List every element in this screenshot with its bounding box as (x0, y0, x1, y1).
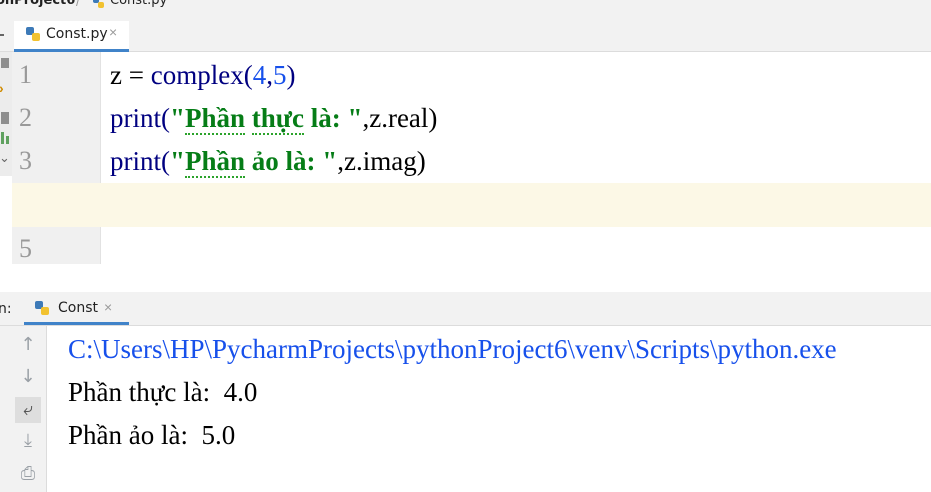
line-number: 2 (19, 103, 32, 132)
tab-bar-edge (0, 34, 4, 36)
code-token: thực (251, 103, 304, 135)
line-number-gutter: 1 2 3 4 5 (12, 52, 101, 264)
console-line-output: Phần ảo là: 5.0 (68, 420, 236, 450)
tab-const-py[interactable]: Const.py × (14, 21, 129, 52)
code-line-2[interactable]: print("Phần thực là: ",z.real) (110, 97, 437, 140)
code-token: ảo là: " (245, 146, 338, 176)
left-tool-strip: › ⌄ (0, 52, 12, 176)
editor-tab-bar: Const.py × (0, 12, 931, 52)
breadcrumb-separator: / (76, 0, 80, 9)
python-file-icon (25, 26, 41, 47)
code-token: 4 (252, 60, 267, 90)
code-token: 5 (272, 60, 287, 90)
code-line-3[interactable]: print("Phần ảo là: ",z.imag) (110, 140, 426, 183)
arrow-up-icon[interactable]: ↑ (15, 332, 41, 358)
code-token: print( (110, 103, 170, 133)
tab-label: Const.py (46, 26, 108, 42)
code-token: print( (110, 146, 170, 176)
current-line-highlight (12, 183, 931, 227)
chevron-right-icon[interactable]: › (0, 80, 4, 96)
structure-tool-icon[interactable] (1, 112, 9, 124)
code-token: ,z.imag) (337, 146, 426, 176)
code-line-1[interactable]: z = complex(4,5) (110, 54, 295, 97)
chart-icon[interactable] (1, 132, 4, 144)
line-number: 1 (19, 60, 32, 89)
code-token: ) (286, 60, 296, 90)
run-tool-window-header: n: Const × (0, 292, 931, 326)
soft-wrap-icon[interactable]: ⤶ (15, 397, 41, 423)
chevron-down-icon[interactable]: ⌄ (0, 150, 10, 166)
console-output[interactable]: C:\Users\HP\PycharmProjects\pythonProjec… (47, 326, 931, 492)
run-panel-title: n: (0, 301, 12, 317)
code-editor[interactable]: z = complex(4,5) print("Phần thực là: ",… (12, 52, 931, 264)
code-token: Phần (185, 146, 246, 178)
project-tool-icon[interactable] (1, 58, 9, 68)
scroll-to-end-icon[interactable]: ⤓ (15, 428, 41, 454)
chart-icon-bar (6, 136, 9, 144)
print-icon[interactable]: ⎙ (15, 461, 41, 487)
close-icon[interactable]: × (104, 299, 112, 315)
code-token: là: " (303, 103, 363, 133)
line-number: 3 (19, 146, 32, 175)
breadcrumb-project[interactable]: onProject6 (0, 0, 75, 8)
code-token: " (170, 103, 185, 133)
breadcrumb-file[interactable]: Const.py (110, 0, 167, 8)
code-token: complex( (150, 60, 253, 90)
code-token: , (266, 60, 273, 90)
close-icon[interactable]: × (109, 24, 117, 40)
code-token: Phần (185, 103, 246, 135)
editor-bottom-area (0, 264, 931, 293)
run-tab-label: Const (58, 300, 98, 316)
console-line-command: C:\Users\HP\PycharmProjects\pythonProjec… (68, 334, 837, 364)
code-token: " (170, 146, 185, 176)
console-line-output: Phần thực là: 4.0 (68, 377, 258, 407)
tab-run-const[interactable]: Const × (24, 292, 129, 325)
python-run-icon (34, 300, 50, 321)
code-token: z (110, 60, 122, 90)
code-token: ,z.real) (362, 103, 438, 133)
code-token: = (121, 60, 151, 90)
arrow-down-icon[interactable]: ↓ (15, 364, 41, 390)
run-side-toolbar: ↑ ↓ ⤶ ⤓ ⎙ (0, 326, 47, 492)
